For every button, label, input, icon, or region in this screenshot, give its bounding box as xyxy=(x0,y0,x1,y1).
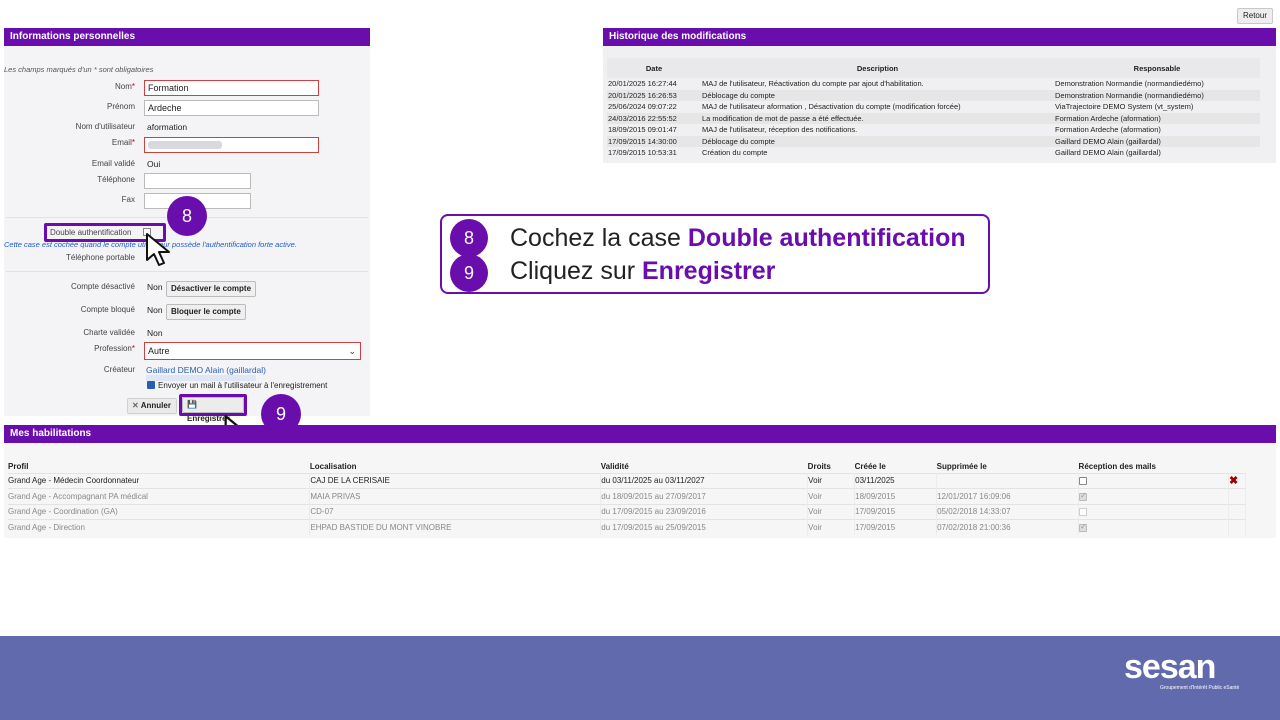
mail-reception-checkbox xyxy=(1079,491,1088,501)
envoyer-mail-checkbox[interactable] xyxy=(147,381,155,389)
retour-button[interactable]: Retour xyxy=(1237,8,1273,24)
prenom-input[interactable]: Ardeche xyxy=(144,100,319,116)
table-row: 17/09/2015 14:30:00 Déblocage du compte Ga… xyxy=(607,135,1260,147)
email-input[interactable] xyxy=(144,137,319,153)
charte-value: Non xyxy=(147,328,163,338)
required-note: Les champs marqués d'un * sont obligatoi… xyxy=(4,65,154,74)
bloquer-compte-button[interactable]: Bloquer le compte xyxy=(166,304,246,320)
createur-link[interactable]: Gaillard DEMO Alain (gaillardal) xyxy=(146,365,266,375)
table-row: 20/01/2025 16:26:53 Déblocage du compte De… xyxy=(607,89,1260,101)
chevron-down-icon: ⌄ xyxy=(348,346,356,356)
telephone-label: Téléphone xyxy=(97,175,135,184)
nom-label: Nom* xyxy=(114,82,135,91)
table-row: 20/01/2025 16:27:44 MAJ de l'utilisateur,… xyxy=(608,79,1204,89)
telephone-input[interactable] xyxy=(144,173,251,189)
personal-info-header: Informations personnelles xyxy=(4,28,370,46)
history-col-description: Description xyxy=(701,58,1054,78)
annuler-button[interactable]: ✕ Annuler xyxy=(127,398,177,414)
delete-x-icon[interactable]: ✖ xyxy=(1229,475,1238,487)
hab-col-validite: Validité xyxy=(600,462,629,472)
hab-col-localisation: Localisation xyxy=(309,462,357,472)
history-col-responsable: Responsable xyxy=(1054,58,1260,78)
createur-label: Créateur xyxy=(103,365,135,374)
habilitations-header: Mes habilitations xyxy=(4,425,1276,443)
table-row: Grand Age - Accompagnant PA médical MAIA… xyxy=(8,488,1247,504)
table-row: 24/03/2016 22:55:52 La modification de mo… xyxy=(607,112,1260,124)
hab-col-profil: Profil xyxy=(8,462,29,472)
habilitations-table: Profil Localisation Validité Droits Créé… xyxy=(8,461,1247,535)
charte-label: Charte validée xyxy=(83,328,135,337)
compte-desactive-value: Non xyxy=(147,282,163,292)
callout-step-8: 8 xyxy=(450,219,488,257)
hab-col-droits: Droits xyxy=(807,462,831,472)
sesan-logo: sesan xyxy=(1124,648,1216,686)
table-row: Grand Age - Coordination (GA) CD-07 du 1… xyxy=(8,503,1247,520)
hab-col-mails: Réception des mails xyxy=(1078,462,1156,472)
pointer-cursor-icon xyxy=(146,233,170,266)
profession-value: Autre xyxy=(148,346,170,356)
callout-line-8: Cochez la case Double authentification xyxy=(510,224,966,252)
table-row: Grand Age - Médecin Coordonnateur CAJ DE… xyxy=(8,472,1247,489)
username-label: Nom d'utilisateur xyxy=(75,122,135,131)
envoyer-mail-label: Envoyer un mail à l'utilisateur à l'enre… xyxy=(158,381,328,390)
email-valide-label: Email validé xyxy=(91,159,135,168)
profession-label: Profession* xyxy=(94,344,135,353)
compte-desactive-label: Compte désactivé xyxy=(70,282,135,291)
mail-reception-checkbox[interactable] xyxy=(1079,477,1088,486)
prenom-label: Prénom xyxy=(106,102,135,111)
fax-label: Fax xyxy=(121,195,135,204)
nom-input[interactable]: Formation xyxy=(144,80,319,96)
compte-bloque-value: Non xyxy=(147,305,163,315)
instruction-callout: 8 Cochez la case Double authentification… xyxy=(440,214,990,294)
history-col-date: Date xyxy=(607,58,701,78)
history-table: Date Description Responsable 20/01/2025 … xyxy=(607,58,1260,159)
email-valide-value: Oui xyxy=(147,159,161,169)
table-row: 17/09/2015 10:53:31 Création du compte Gai… xyxy=(608,148,1161,158)
highlight-enregistrer xyxy=(179,394,247,416)
hab-col-supprimee: Supprimée le xyxy=(936,462,987,472)
compte-bloque-label: Compte bloqué xyxy=(80,305,135,314)
tel-portable-label: Téléphone portable xyxy=(66,253,135,262)
close-icon: ✕ xyxy=(132,401,139,410)
sesan-logo-subtitle: Groupement d'Intérêt Public eSanté xyxy=(1160,685,1240,691)
desactiver-compte-button[interactable]: Désactiver le compte xyxy=(166,281,257,297)
callout-line-9: Cliquez sur Enregistrer xyxy=(510,257,776,285)
username-value: aformation xyxy=(147,122,188,132)
callout-step-9: 9 xyxy=(450,254,488,292)
mail-reception-checkbox xyxy=(1079,522,1088,532)
step-8-badge: 8 xyxy=(167,196,207,236)
table-row: Grand Age - Direction EHPAD BASTIDE DU M… xyxy=(8,519,1247,535)
table-row: 18/09/2015 09:01:47 MAJ de l'utilisateur,… xyxy=(608,125,1161,135)
divider xyxy=(6,271,368,272)
footer-band xyxy=(0,636,1280,720)
table-row: 25/06/2024 09:07:22 MAJ de l'utilisateur … xyxy=(608,102,1194,112)
blurred-email xyxy=(148,141,222,149)
profession-select[interactable]: Autre ⌄ xyxy=(144,342,361,360)
hab-col-creee: Créée le xyxy=(854,462,886,472)
email-label: Email* xyxy=(111,138,135,147)
mail-reception-checkbox xyxy=(1079,508,1088,517)
history-header: Historique des modifications xyxy=(603,28,1276,46)
